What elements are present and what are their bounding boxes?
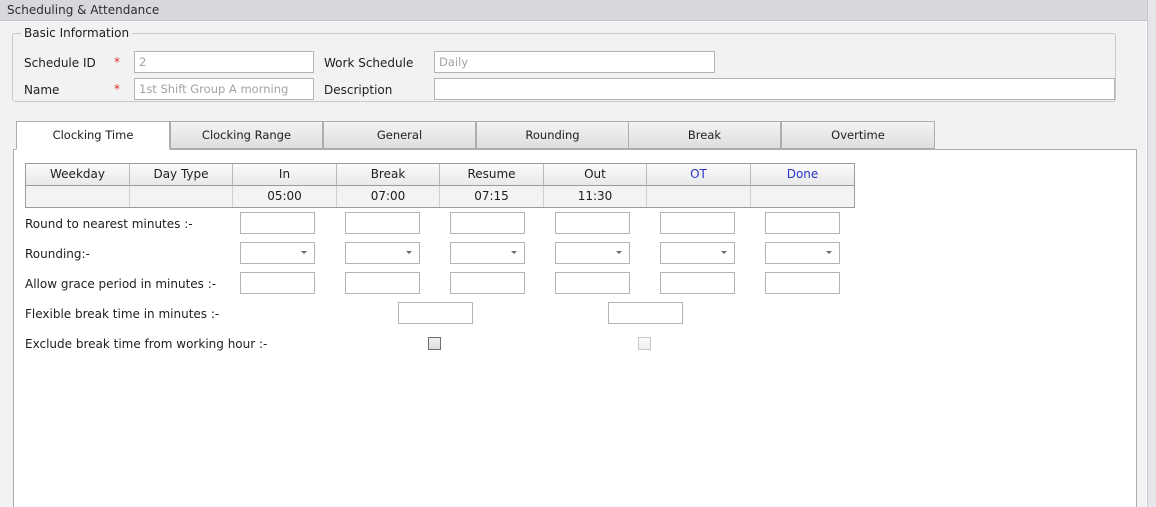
tab-break[interactable]: Break [628,121,781,149]
cell-out[interactable]: 11:30 [544,186,647,207]
grace-out-input[interactable] [555,272,630,294]
work-schedule-field[interactable]: Daily [434,51,715,73]
rounding-done-select[interactable] [765,242,840,264]
schedule-id-required-mark: * [114,55,120,69]
flexible-break-label: Flexible break time in minutes :- [25,307,220,321]
tab-rounding[interactable]: Rounding [476,121,629,149]
name-label: Name [24,83,60,97]
cell-weekday[interactable] [26,186,130,207]
tab-clocking-range[interactable]: Clocking Range [170,121,323,149]
chevron-down-icon [826,251,832,254]
window-title: Scheduling & Attendance [7,3,160,17]
round-nearest-break-input[interactable] [345,212,420,234]
grace-in-input[interactable] [240,272,315,294]
grace-break-input[interactable] [345,272,420,294]
rounding-break-select[interactable] [345,242,420,264]
chevron-down-icon [301,251,307,254]
column-header-resume[interactable]: Resume [440,164,544,186]
grace-resume-input[interactable] [450,272,525,294]
exclude-break-label: Exclude break time from working hour :- [25,337,268,351]
grace-period-label: Allow grace period in minutes :- [25,277,217,291]
round-nearest-done-input[interactable] [765,212,840,234]
cell-day-type[interactable] [130,186,233,207]
rounding-resume-select[interactable] [450,242,525,264]
chevron-down-icon [616,251,622,254]
cell-ot[interactable] [647,186,751,207]
tab-clocking-time[interactable]: Clocking Time [16,121,170,150]
exclude-break-checkbox-1[interactable] [428,337,441,350]
round-nearest-out-input[interactable] [555,212,630,234]
chevron-down-icon [406,251,412,254]
grace-done-input[interactable] [765,272,840,294]
tab-overtime[interactable]: Overtime [781,121,935,149]
basic-information-legend: Basic Information [24,26,130,40]
work-schedule-label: Work Schedule [324,56,414,70]
cell-break[interactable]: 07:00 [337,186,440,207]
column-header-in[interactable]: In [233,164,337,186]
column-header-day-type[interactable]: Day Type [130,164,233,186]
schedule-id-field[interactable]: 2 [134,51,314,73]
name-field[interactable]: 1st Shift Group A morning [134,78,314,100]
column-header-done[interactable]: Done [751,164,854,186]
column-header-weekday[interactable]: Weekday [26,164,130,186]
round-nearest-resume-input[interactable] [450,212,525,234]
round-nearest-label: Round to nearest minutes :- [25,217,193,231]
column-header-break[interactable]: Break [337,164,440,186]
rounding-label: Rounding:- [25,247,90,261]
round-nearest-in-input[interactable] [240,212,315,234]
round-nearest-ot-input[interactable] [660,212,735,234]
column-header-ot[interactable]: OT [647,164,751,186]
cell-done[interactable] [751,186,854,207]
rounding-ot-select[interactable] [660,242,735,264]
window-right-edge [1147,0,1156,507]
schedule-id-label: Schedule ID [24,56,96,70]
flexible-break-input-2[interactable] [608,302,683,324]
window-title-bar: Scheduling & Attendance [0,0,1147,21]
tab-general[interactable]: General [323,121,476,149]
cell-resume[interactable]: 07:15 [440,186,544,207]
chevron-down-icon [511,251,517,254]
name-required-mark: * [114,82,120,96]
cell-in[interactable]: 05:00 [233,186,337,207]
chevron-down-icon [721,251,727,254]
rounding-out-select[interactable] [555,242,630,264]
column-header-out[interactable]: Out [544,164,647,186]
description-field[interactable] [434,78,1115,100]
grace-ot-input[interactable] [660,272,735,294]
flexible-break-input-1[interactable] [398,302,473,324]
clocking-time-grid: Weekday Day Type In Break Resume Out OT … [25,163,855,208]
exclude-break-checkbox-2[interactable] [638,337,651,350]
rounding-in-select[interactable] [240,242,315,264]
description-label: Description [324,83,393,97]
